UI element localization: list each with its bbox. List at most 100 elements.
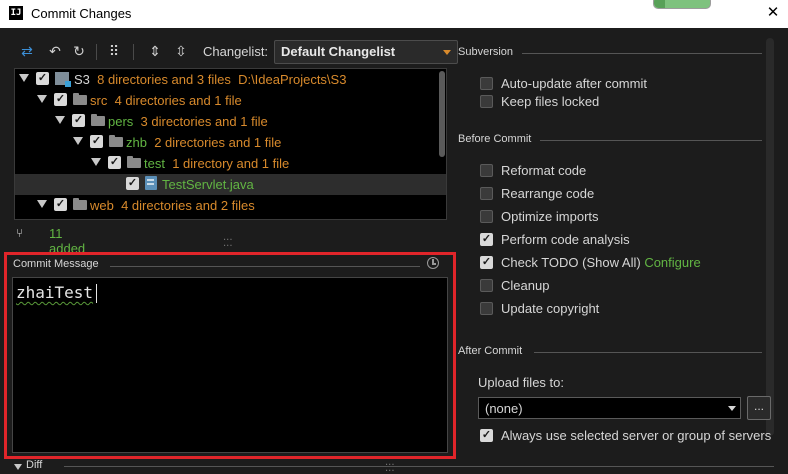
tree-node-name: S3 <box>74 72 90 87</box>
checkbox-box[interactable] <box>480 279 493 292</box>
option-label: Perform code analysis <box>501 232 630 247</box>
intellij-app-icon: IJ <box>9 6 23 20</box>
changes-tree[interactable]: ✓ S3 8 directories and 3 files D:\IdeaPr… <box>14 68 447 220</box>
option-label: Optimize imports <box>501 209 599 224</box>
memory-indicator[interactable] <box>653 0 711 9</box>
tree-node-count: 3 directories and 1 file <box>140 114 268 129</box>
checkbox-box[interactable]: ✓ <box>480 256 493 269</box>
section-separator <box>534 352 762 353</box>
expand-arrow-icon[interactable] <box>55 116 65 124</box>
commit-message-input[interactable]: zhaiTest <box>12 277 448 453</box>
expand-arrow-icon[interactable] <box>19 74 29 82</box>
option-label: Always use selected server or group of s… <box>501 428 772 443</box>
configure-link[interactable]: Configure <box>644 255 700 270</box>
before-commit-section-title: Before Commit <box>458 133 532 145</box>
include-checkbox[interactable]: ✓ <box>36 72 49 85</box>
tree-node-name: src <box>90 93 108 108</box>
tree-row-web[interactable]: ✓ web 4 directories and 2 files <box>15 195 446 216</box>
subversion-section-title: Subversion <box>458 46 514 58</box>
group-by-icon[interactable]: ⠿ <box>105 42 123 60</box>
folder-icon <box>127 156 141 168</box>
tree-row-test[interactable]: ✓ test 1 directory and 1 file <box>15 153 446 174</box>
include-checkbox[interactable]: ✓ <box>108 156 121 169</box>
rollback-icon[interactable]: ↶ <box>46 42 64 60</box>
collapse-arrow-icon[interactable] <box>14 464 22 470</box>
tree-node-path: D:\IdeaProjects\S3 <box>238 72 347 87</box>
checkbox-box[interactable] <box>480 77 493 90</box>
option-label: Check TODO (Show All) <box>501 255 641 270</box>
tree-node-name: TestServlet.java <box>162 177 254 192</box>
include-checkbox[interactable]: ✓ <box>90 135 103 148</box>
tree-row-zhb[interactable]: ✓ zhb 2 directories and 1 file <box>15 132 446 153</box>
commit-message-text: zhaiTest <box>16 283 94 302</box>
java-file-icon <box>145 176 157 190</box>
checkbox-box[interactable]: ✓ <box>480 429 493 442</box>
checkbox-box[interactable] <box>480 95 493 108</box>
include-checkbox[interactable]: ✓ <box>126 177 139 190</box>
tree-node-count: 1 directory and 1 file <box>172 156 290 171</box>
module-icon <box>55 72 71 87</box>
diff-separator <box>64 466 774 467</box>
checkbox-box[interactable] <box>480 210 493 223</box>
close-window-button[interactable]: ✕ <box>764 4 782 22</box>
changelist-value: Default Changelist <box>281 44 396 59</box>
option-label: Auto-update after commit <box>501 76 647 91</box>
tree-scrollbar[interactable] <box>439 71 445 157</box>
expand-arrow-icon[interactable] <box>73 137 83 145</box>
browse-servers-button[interactable]: ... <box>747 396 771 420</box>
tree-node-name: test <box>144 156 165 171</box>
folder-icon <box>73 93 87 105</box>
expand-arrow-icon[interactable] <box>37 200 47 208</box>
tree-row-testservlet[interactable]: ✓ TestServlet.java <box>15 174 446 195</box>
folder-icon <box>91 114 105 126</box>
tree-node-count: 8 directories and 3 files <box>97 72 231 87</box>
include-checkbox[interactable]: ✓ <box>72 114 85 127</box>
commit-message-separator <box>110 266 420 267</box>
refresh-icon[interactable]: ↻ <box>70 42 88 60</box>
checkbox-box[interactable] <box>480 164 493 177</box>
commit-message-label: Commit Message <box>13 258 99 270</box>
include-checkbox[interactable]: ✓ <box>54 198 67 211</box>
tree-row-src[interactable]: ✓ src 4 directories and 1 file <box>15 90 446 111</box>
tree-node-name: pers <box>108 114 134 129</box>
show-diff-icon[interactable]: ⇄ <box>18 42 36 60</box>
folder-icon <box>73 198 87 210</box>
title-bar: IJ Commit Changes ✕ <box>0 0 788 28</box>
include-checkbox[interactable]: ✓ <box>54 93 67 106</box>
expand-arrow-icon[interactable] <box>37 95 47 103</box>
splitter-handle[interactable]: ⁚⁚⁚ <box>385 464 395 474</box>
toolbar-separator <box>133 44 134 60</box>
option-label: Rearrange code <box>501 186 595 201</box>
tree-node-count: 4 directories and 1 file <box>114 93 242 108</box>
checkbox-box[interactable] <box>480 302 493 315</box>
option-label: Keep files locked <box>501 94 600 109</box>
tree-node-count: 2 directories and 1 file <box>154 135 282 150</box>
section-separator <box>522 53 762 54</box>
upload-server-value: (none) <box>485 401 523 416</box>
diff-label: Diff <box>26 459 43 471</box>
folder-icon <box>109 135 123 147</box>
tree-row-s3[interactable]: ✓ S3 8 directories and 3 files D:\IdeaPr… <box>15 69 446 90</box>
branch-icon: ⑂ <box>16 226 24 240</box>
checkbox-box[interactable]: ✓ <box>480 233 493 246</box>
collapse-all-icon[interactable]: ⇳ <box>172 42 190 60</box>
expand-all-icon[interactable]: ⇕ <box>146 42 164 60</box>
checkbox-box[interactable] <box>480 187 493 200</box>
option-label: Cleanup <box>501 278 550 293</box>
history-icon[interactable] <box>427 257 439 269</box>
splitter-handle[interactable]: ⁚⁚⁚ <box>223 239 233 249</box>
tree-node-count: 4 directories and 2 files <box>121 198 255 213</box>
tree-row-pers[interactable]: ✓ pers 3 directories and 1 file <box>15 111 446 132</box>
upload-server-dropdown[interactable]: (none) <box>478 397 741 419</box>
window-title: Commit Changes <box>31 6 132 21</box>
section-separator <box>540 140 762 141</box>
memory-indicator-fill <box>654 0 666 8</box>
options-scrollbar[interactable] <box>766 38 774 436</box>
changelist-dropdown[interactable]: Default Changelist <box>274 40 458 64</box>
after-commit-section-title: After Commit <box>458 345 523 357</box>
expand-arrow-icon[interactable] <box>91 158 101 166</box>
tree-node-name: zhb <box>126 135 147 150</box>
toolbar-separator <box>96 44 97 60</box>
text-cursor <box>96 284 97 303</box>
upload-files-label: Upload files to: <box>478 375 564 390</box>
